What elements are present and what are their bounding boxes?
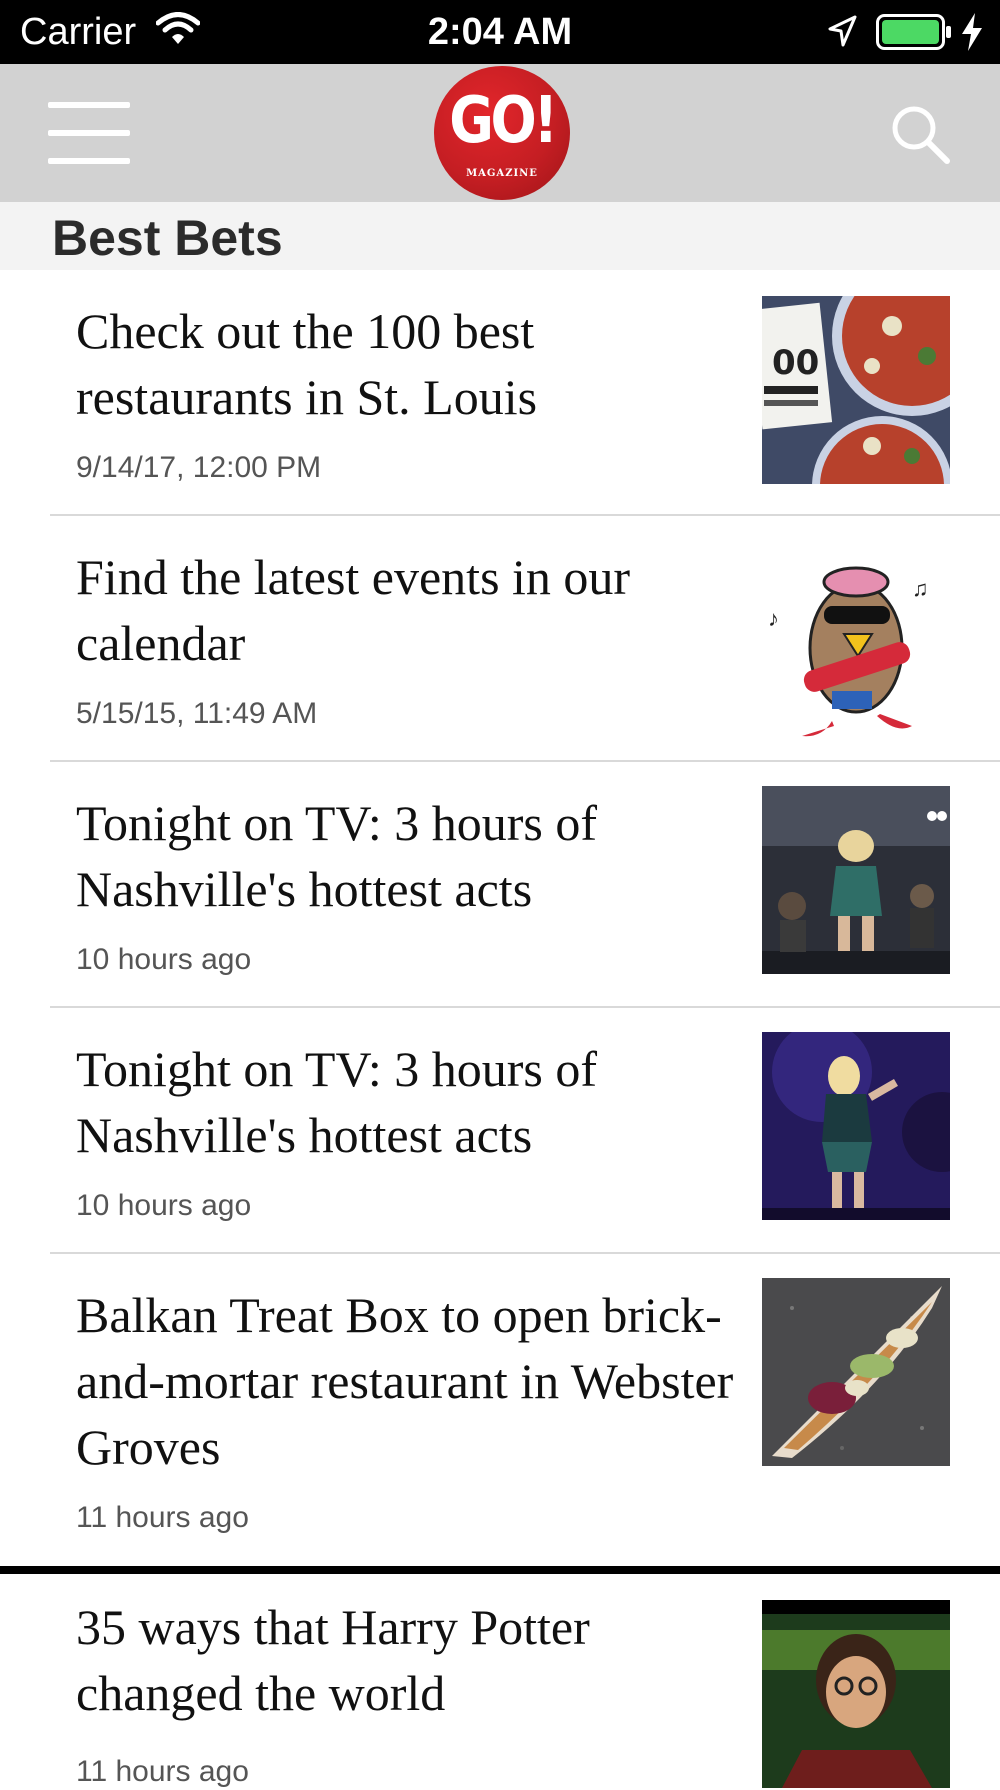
article-date: 10 hours ago xyxy=(76,943,252,976)
section-title: Best Bets xyxy=(52,210,283,266)
article-date: 10 hours ago xyxy=(76,1189,252,1222)
svg-text:00: 00 xyxy=(772,343,819,383)
svg-text:♫: ♫ xyxy=(912,576,929,601)
article-title: Find the latest events in our calendar xyxy=(76,549,631,671)
article-row[interactable]: Tonight on TV: 3 hours of Nashville's ho… xyxy=(0,762,1000,1008)
section-divider xyxy=(0,1564,1000,1574)
article-title: Check out the 100 best restaurants in St… xyxy=(76,303,538,425)
nav-bar: GO! MAGAZINE xyxy=(0,64,1000,202)
battery-icon xyxy=(876,14,951,50)
article-date: 11 hours ago xyxy=(76,1501,249,1534)
article-date: 5/15/15, 11:49 AM xyxy=(76,697,318,730)
logo-text: GO! xyxy=(449,84,558,158)
location-arrow-icon xyxy=(828,15,857,47)
article-row[interactable]: Balkan Treat Box to open brick-and-morta… xyxy=(0,1254,1000,1566)
logo-subtext: MAGAZINE xyxy=(466,168,538,179)
cartoon-guitar-mascot-image: ♪ ♫ xyxy=(762,556,950,744)
article-title: 35 ways that Harry Potter changed the wo… xyxy=(76,1599,590,1721)
status-bar: Carrier 2:04 AM xyxy=(0,0,1000,64)
article-title: Balkan Treat Box to open brick-and-morta… xyxy=(76,1287,734,1475)
article-date: 9/14/17, 12:00 PM xyxy=(76,451,322,484)
flatbread-food-image xyxy=(762,1278,950,1466)
article-title: Tonight on TV: 3 hours of Nashville's ho… xyxy=(76,1041,598,1163)
article-title: Tonight on TV: 3 hours of Nashville's ho… xyxy=(76,795,598,917)
pizza-image: 00 xyxy=(762,296,950,484)
charging-bolt-icon xyxy=(962,13,982,51)
concert-stage-image xyxy=(762,786,950,974)
svg-text:♪: ♪ xyxy=(768,606,779,631)
article-date: 11 hours ago xyxy=(76,1755,249,1788)
go-magazine-logo[interactable]: GO! MAGAZINE xyxy=(434,66,570,200)
article-row[interactable]: Check out the 100 best restaurants in St… xyxy=(0,270,1000,516)
search-icon[interactable] xyxy=(890,104,952,166)
performer-purple-stage-image xyxy=(762,1032,950,1220)
section-header: Best Bets xyxy=(0,202,1000,270)
article-row[interactable]: Tonight on TV: 3 hours of Nashville's ho… xyxy=(0,1008,1000,1254)
hamburger-menu-icon[interactable] xyxy=(48,102,130,164)
harry-potter-image xyxy=(762,1600,950,1788)
article-row[interactable]: 35 ways that Harry Potter changed the wo… xyxy=(0,1574,1000,1788)
article-row[interactable]: Find the latest events in our calendar 5… xyxy=(0,516,1000,762)
